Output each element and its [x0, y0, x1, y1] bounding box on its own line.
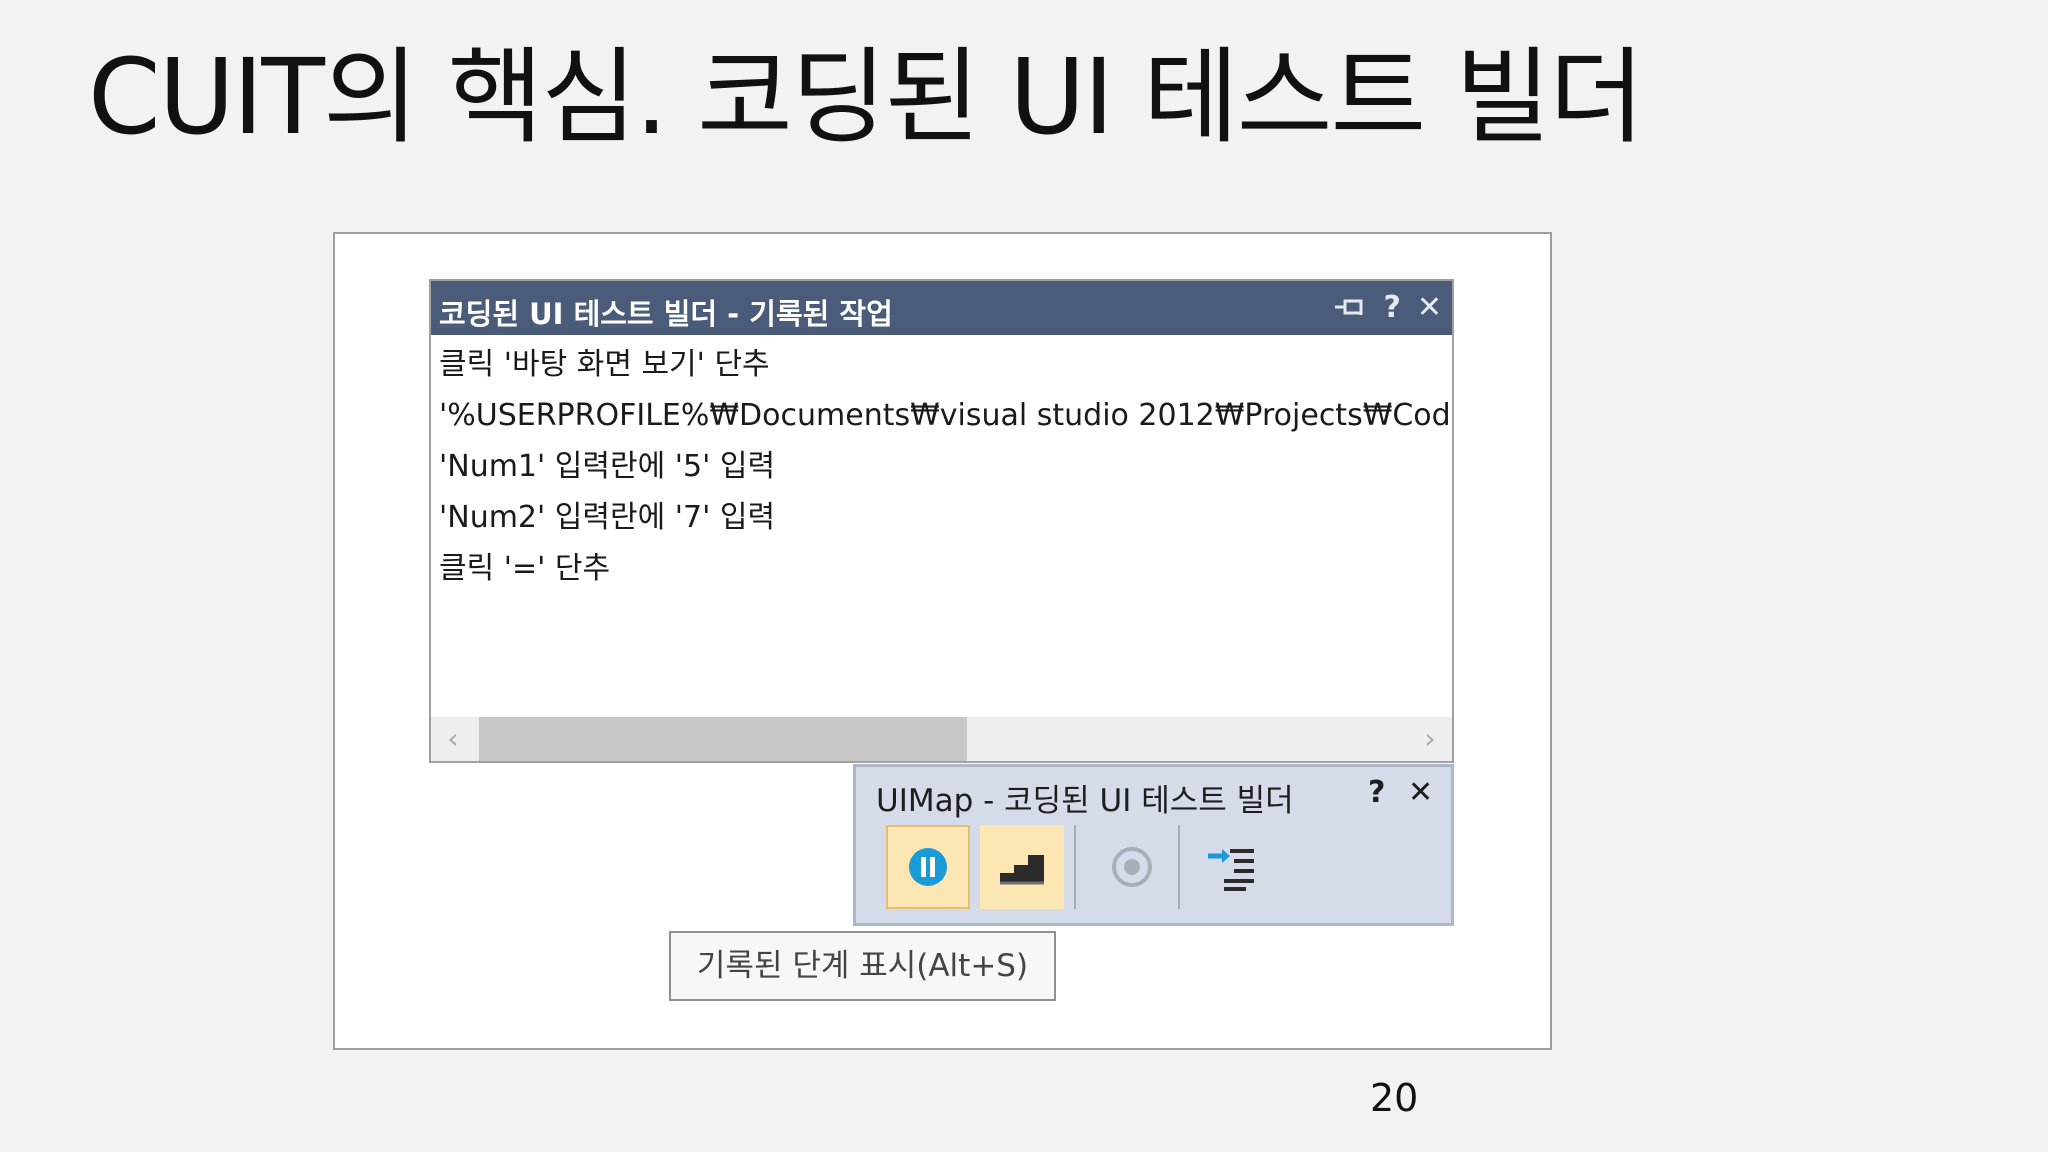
list-item[interactable]: 클릭 '바탕 화면 보기' 단추	[431, 339, 1452, 390]
list-item[interactable]: 'Num1' 입력란에 '5' 입력	[431, 441, 1452, 492]
generate-code-button[interactable]	[1190, 825, 1274, 909]
scroll-left-icon[interactable]: ‹	[431, 717, 475, 761]
list-item[interactable]: 'Num2' 입력란에 '7' 입력	[431, 492, 1452, 543]
show-steps-icon	[1000, 855, 1044, 885]
scrollbar-thumb[interactable]	[479, 717, 967, 761]
panel-title: 코딩된 UI 테스트 빌더 - 기록된 작업	[439, 297, 893, 331]
toolbar-title: UIMap - 코딩된 UI 테스트 빌더	[876, 783, 1294, 819]
page-number: 20	[1370, 1076, 1419, 1120]
slide-title: CUIT의 핵심. 코딩된 UI 테스트 빌더	[88, 36, 1645, 158]
recorded-actions-list: 클릭 '바탕 화면 보기' 단추 '%USERPROFILE%₩Document…	[431, 339, 1452, 699]
close-icon[interactable]: ✕	[1408, 775, 1433, 810]
help-icon[interactable]: ?	[1368, 775, 1385, 810]
close-icon[interactable]: ✕	[1417, 289, 1442, 327]
toolbar-separator	[1178, 825, 1180, 909]
record-icon	[1112, 847, 1152, 887]
toolbar-separator	[1074, 825, 1076, 909]
pause-recording-button[interactable]	[886, 825, 970, 909]
pause-icon	[909, 848, 947, 886]
add-generate-icon	[1208, 849, 1254, 891]
list-item[interactable]: 클릭 '=' 단추	[431, 543, 1452, 594]
record-button[interactable]	[1090, 825, 1174, 909]
uimap-builder-toolbar: UIMap - 코딩된 UI 테스트 빌더 ? ✕	[853, 764, 1454, 926]
help-icon[interactable]: ?	[1383, 289, 1400, 327]
horizontal-scrollbar[interactable]: ‹ ›	[431, 717, 1452, 761]
scroll-right-icon[interactable]: ›	[1408, 717, 1452, 761]
titlebar-controls: ? ✕	[1333, 289, 1442, 327]
list-item[interactable]: '%USERPROFILE%₩Documents₩visual studio 2…	[431, 390, 1452, 441]
recorded-actions-panel: 코딩된 UI 테스트 빌더 - 기록된 작업 ? ✕ 클릭 '바탕 화면 보기'…	[429, 279, 1454, 763]
panel-titlebar: 코딩된 UI 테스트 빌더 - 기록된 작업 ? ✕	[431, 281, 1452, 335]
pin-icon[interactable]	[1333, 297, 1367, 319]
show-recorded-steps-button[interactable]	[980, 825, 1064, 909]
tooltip: 기록된 단계 표시(Alt+S)	[669, 931, 1056, 1001]
